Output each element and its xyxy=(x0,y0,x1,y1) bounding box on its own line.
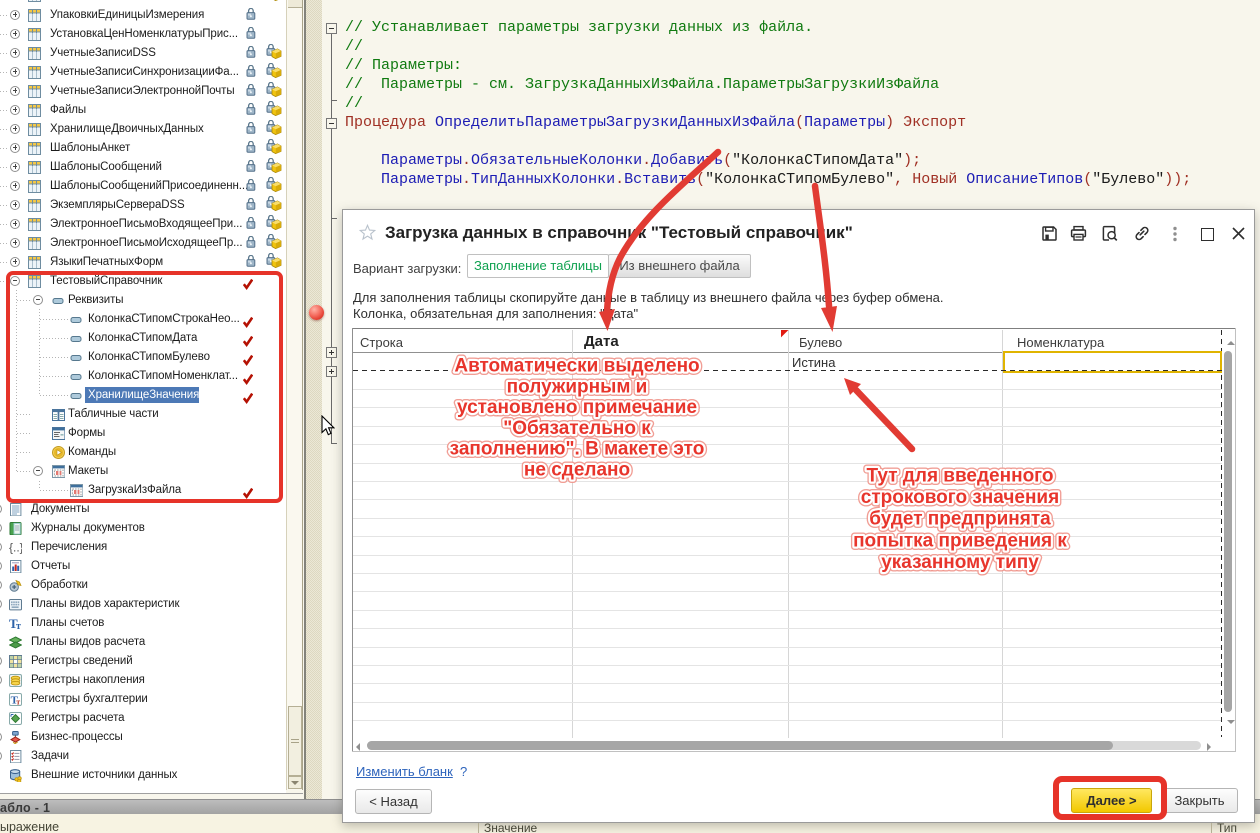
svg-text:заполнению". В макете это: заполнению". В макете это xyxy=(450,439,705,460)
svg-text:Автоматически выделено: Автоматически выделено xyxy=(454,356,699,377)
svg-text:попытка приведения к: попытка приведения к xyxy=(853,530,1067,551)
svg-text:указанному типу: указанному типу xyxy=(881,552,1039,573)
svg-text:установлено примечание: установлено примечание xyxy=(457,397,697,418)
svg-text:не сделано: не сделано xyxy=(524,460,630,481)
svg-text:будет предпринята: будет предпринята xyxy=(869,509,1051,530)
svg-text:Тут для введенного: Тут для введенного xyxy=(867,466,1054,487)
svg-text:"Обязательно к: "Обязательно к xyxy=(503,418,651,439)
svg-text:полужирным и: полужирным и xyxy=(507,376,648,397)
svg-text:строкового значения: строкового значения xyxy=(861,487,1059,508)
